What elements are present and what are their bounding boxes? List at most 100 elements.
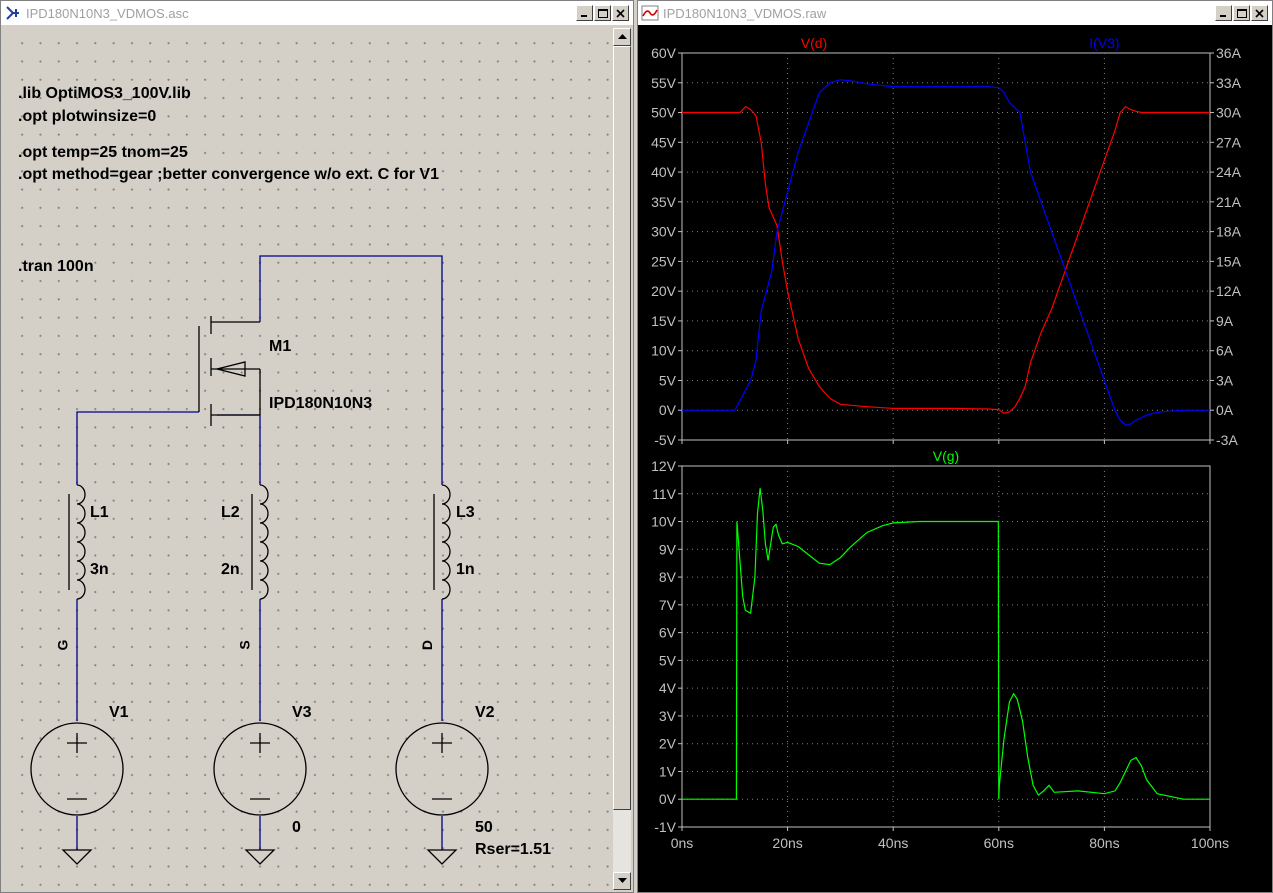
y-tick-label: 2V — [659, 736, 677, 752]
y-tick-label: 50V — [651, 105, 677, 121]
x-tick-label: 100ns — [1191, 835, 1229, 851]
trace-label: V(d) — [801, 35, 827, 51]
y-tick-label: -5V — [654, 432, 676, 448]
inductor-coils[interactable] — [68, 484, 451, 600]
close-button[interactable] — [1251, 5, 1268, 21]
minimize-button[interactable] — [1215, 5, 1232, 21]
y2-tick-label: 15A — [1216, 253, 1242, 269]
y-tick-label: 11V — [652, 486, 677, 502]
maximize-icon — [1236, 8, 1247, 18]
source-name[interactable]: V2 — [475, 704, 495, 722]
plot-frame — [681, 52, 1211, 441]
mosfet-symbol[interactable] — [198, 316, 261, 426]
y-tick-label: 55V — [651, 75, 677, 91]
scroll-thumb[interactable] — [613, 46, 631, 810]
source-value[interactable]: 50 — [475, 819, 493, 837]
y2-tick-label: 33A — [1216, 75, 1242, 91]
net-label-d[interactable]: D — [419, 640, 435, 650]
inductor-value[interactable]: 1n — [456, 561, 475, 579]
y-tick-label: 40V — [651, 164, 677, 180]
y-tick-label: 7V — [659, 597, 677, 613]
scroll-up-button[interactable] — [613, 28, 631, 46]
y2-tick-label: 18A — [1216, 224, 1242, 240]
trace-v-g- — [682, 488, 1210, 800]
maximize-button[interactable] — [1233, 5, 1250, 21]
net-label-g[interactable]: G — [54, 640, 70, 651]
schematic-titlebar[interactable]: IPD180N10N3_VDMOS.asc — [1, 1, 633, 25]
waveform-plot[interactable]: -5V 0V 5V 10V 15V 20V 25V 30V 35V 40V 45V 50V 55V 60V… — [638, 27, 1272, 893]
y-tick-label: 15V — [651, 313, 677, 329]
maximize-button[interactable] — [594, 5, 611, 21]
trace-i-v3- — [682, 79, 1210, 426]
y2-tick-label: 27A — [1216, 134, 1242, 150]
minimize-icon — [581, 14, 587, 17]
inductor-name[interactable]: L3 — [456, 504, 475, 522]
inductor-value[interactable]: 3n — [90, 561, 109, 579]
y-tick-label: 0V — [659, 791, 677, 807]
inductor-name[interactable]: L1 — [90, 504, 109, 522]
scroll-down-button[interactable] — [613, 872, 631, 890]
y2-tick-label: 12A — [1216, 283, 1242, 299]
source-value[interactable]: 0 — [292, 819, 301, 837]
x-tick-label: 80ns — [1089, 835, 1119, 851]
y-tick-label: 60V — [651, 45, 677, 61]
source-name[interactable]: V3 — [292, 704, 312, 722]
close-icon — [616, 8, 625, 18]
y-tick-label: 0V — [659, 402, 677, 418]
schematic-window: IPD180N10N3_VDMOS.asc .lib OptiMOS3_100V… — [0, 0, 634, 893]
arrow-down-icon — [617, 878, 627, 883]
source-series-resistance[interactable]: Rser=1.51 — [475, 841, 551, 859]
x-tick-label: 20ns — [772, 835, 802, 851]
schematic-canvas[interactable]: .lib OptiMOS3_100V.lib .opt plotwinsize=… — [5, 28, 613, 890]
maximize-icon — [597, 8, 608, 18]
y-tick-label: 6V — [659, 625, 677, 641]
y-tick-label: 10V — [651, 514, 677, 530]
waveform-titlebar[interactable]: IPD180N10N3_VDMOS.raw — [638, 1, 1272, 25]
trace-label: V(g) — [933, 448, 959, 464]
y2-tick-label: 0A — [1216, 402, 1234, 418]
waveform-window: IPD180N10N3_VDMOS.raw -5V 0V 5V 10V 15V 20V 25… — [637, 0, 1273, 893]
y2-tick-label: 6A — [1216, 343, 1234, 359]
wires — [76, 255, 443, 850]
close-icon — [1255, 8, 1264, 18]
schematic-title: IPD180N10N3_VDMOS.asc — [26, 5, 189, 21]
source-name[interactable]: V1 — [109, 704, 129, 722]
y-tick-label: 4V — [659, 680, 677, 696]
y-tick-label: -1V — [654, 819, 676, 835]
schematic-drawing — [30, 255, 489, 865]
minimize-button[interactable] — [576, 5, 593, 21]
y-tick-label: 20V — [651, 283, 677, 299]
y2-tick-label: 9A — [1216, 313, 1234, 329]
y-tick-label: 8V — [659, 569, 677, 585]
y2-tick-label: -3A — [1216, 432, 1238, 448]
arrow-up-icon — [617, 34, 627, 39]
waveform-title: IPD180N10N3_VDMOS.raw — [663, 5, 827, 21]
y-tick-label: 5V — [659, 652, 677, 668]
voltage-sources[interactable] — [30, 722, 489, 816]
y-tick-label: 9V — [659, 541, 677, 557]
plot-frame — [681, 465, 1211, 828]
inductor-value[interactable]: 2n — [221, 561, 240, 579]
y2-tick-label: 36A — [1216, 45, 1242, 61]
y2-tick-label: 21A — [1216, 194, 1242, 210]
mosfet-model[interactable]: IPD180N10N3 — [269, 395, 372, 413]
y2-tick-label: 24A — [1216, 164, 1242, 180]
waveform-icon — [641, 5, 659, 21]
mosfet-name[interactable]: M1 — [269, 338, 291, 356]
y-tick-label: 45V — [651, 134, 677, 150]
schematic-icon — [6, 6, 19, 20]
y-tick-label: 10V — [651, 343, 677, 359]
trace-v-d- — [682, 105, 1210, 414]
y2-tick-label: 3A — [1216, 372, 1234, 388]
y-tick-label: 35V — [651, 194, 677, 210]
y2-tick-label: 30A — [1216, 105, 1242, 121]
inductor-name[interactable]: L2 — [221, 504, 240, 522]
minimize-icon — [1220, 14, 1226, 17]
y-tick-label: 25V — [651, 253, 677, 269]
net-label-s[interactable]: S — [237, 640, 253, 649]
vertical-scrollbar[interactable] — [613, 28, 631, 890]
close-button[interactable] — [612, 5, 629, 21]
y-tick-label: 5V — [659, 372, 677, 388]
x-tick-label: 0ns — [671, 835, 694, 851]
y-tick-label: 1V — [659, 763, 677, 779]
